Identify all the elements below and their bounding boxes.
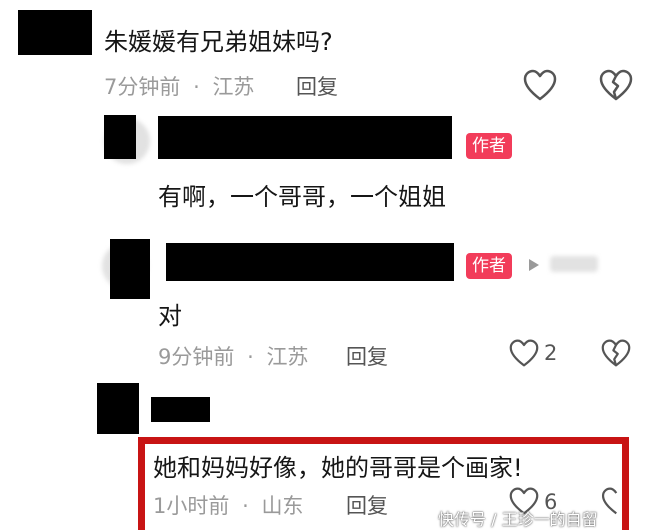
watermark: 快传号 / 王珍一的自留	[438, 510, 598, 529]
redacted-avatar	[18, 10, 92, 55]
play-arrow-icon	[529, 259, 539, 271]
comment-location: 江苏	[266, 345, 309, 369]
heart-outline-icon[interactable]	[508, 338, 540, 368]
comment-text: 有啊，一个哥哥，一个姐姐	[158, 183, 446, 211]
redacted-avatar	[97, 383, 139, 434]
comment-time: 7分钟前	[104, 75, 181, 99]
redacted-username	[151, 397, 210, 422]
meta-separator: ·	[247, 345, 254, 369]
like-count: 2	[544, 341, 558, 365]
comment-time: 9分钟前	[158, 345, 235, 369]
comment-text: 对	[158, 302, 182, 330]
heart-outline-icon[interactable]	[522, 68, 558, 102]
author-badge: 作者	[466, 133, 512, 159]
reply-button[interactable]: 回复	[296, 71, 338, 101]
redacted-avatar	[104, 115, 136, 159]
broken-heart-icon[interactable]	[600, 338, 632, 368]
redacted-avatar	[110, 239, 150, 299]
reply-target-blur	[550, 256, 598, 272]
redacted-username	[158, 116, 452, 159]
meta-separator: ·	[193, 75, 200, 99]
redacted-username	[166, 243, 454, 281]
reply-button[interactable]: 回复	[346, 341, 388, 371]
comment-meta: 7分钟前 · 江苏	[104, 71, 254, 101]
comment-meta: 9分钟前 · 江苏	[158, 341, 308, 371]
author-badge: 作者	[466, 253, 512, 279]
comment-location: 江苏	[212, 75, 255, 99]
broken-heart-icon[interactable]	[598, 68, 634, 102]
comment-text: 朱媛媛有兄弟姐妹吗?	[104, 28, 333, 56]
